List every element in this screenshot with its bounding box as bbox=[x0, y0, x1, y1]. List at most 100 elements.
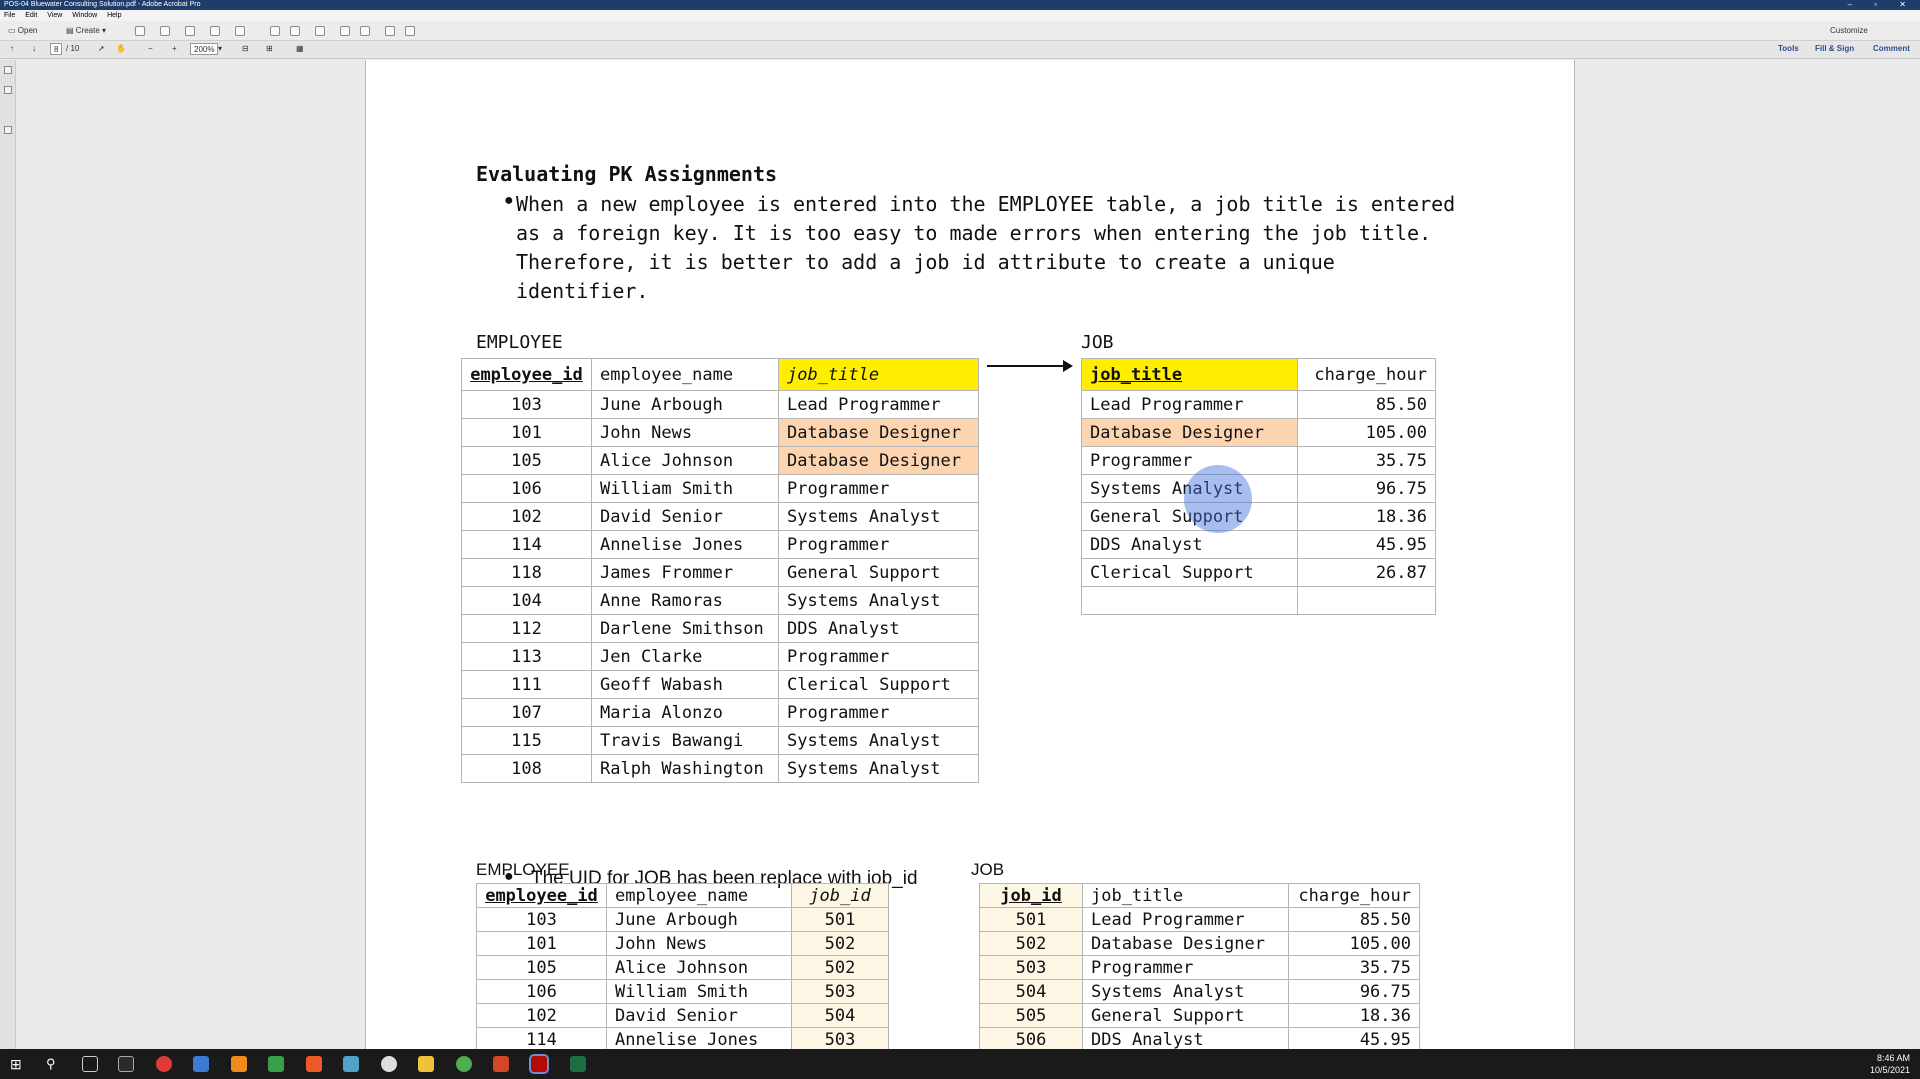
chrome-icon[interactable] bbox=[456, 1056, 472, 1072]
form-icon[interactable] bbox=[405, 26, 415, 36]
app-icon[interactable] bbox=[193, 1056, 209, 1072]
cell: General Support bbox=[778, 558, 979, 587]
cell: 107 bbox=[461, 698, 592, 727]
cloud-icon[interactable] bbox=[160, 26, 170, 36]
acrobat-icon[interactable] bbox=[529, 1054, 549, 1074]
menu-edit[interactable]: Edit bbox=[25, 12, 37, 19]
table-row: Database Designer 105.00 bbox=[1081, 418, 1436, 447]
start-windows-icon[interactable]: ⊞ bbox=[10, 1056, 26, 1072]
github-icon[interactable] bbox=[381, 1056, 397, 1072]
stamp-icon[interactable] bbox=[340, 26, 350, 36]
cell: Systems Analyst bbox=[778, 726, 979, 755]
open-button[interactable]: ▭ Open bbox=[8, 25, 37, 37]
cell: 502 bbox=[979, 931, 1083, 956]
cell: Programmer bbox=[1082, 955, 1289, 980]
table-header-row: job_title charge_hour bbox=[1081, 358, 1436, 391]
zoom-out-icon[interactable]: − bbox=[148, 43, 153, 55]
cell: Systems Analyst bbox=[1082, 979, 1289, 1004]
powerpoint-icon[interactable] bbox=[493, 1056, 509, 1072]
page-thumbnails-icon[interactable] bbox=[4, 66, 12, 74]
file-explorer-icon[interactable] bbox=[418, 1056, 434, 1072]
cell: Jen Clarke bbox=[591, 642, 779, 671]
attachments-icon[interactable] bbox=[4, 126, 12, 134]
edit-icon[interactable] bbox=[210, 26, 220, 36]
excel-icon[interactable] bbox=[570, 1056, 586, 1072]
zoom-dropdown-icon[interactable]: ▾ bbox=[218, 43, 222, 55]
customize-button[interactable]: Customize bbox=[1830, 25, 1868, 37]
app-icon[interactable] bbox=[231, 1056, 247, 1072]
select-tool-icon[interactable]: ➚ bbox=[98, 43, 105, 55]
comment-icon[interactable] bbox=[290, 26, 300, 36]
job-table: job_title charge_hour Lead Programmer 85.… bbox=[1081, 358, 1436, 615]
section-heading: Evaluating PK Assignments bbox=[476, 162, 778, 186]
share-icon[interactable] bbox=[385, 26, 395, 36]
mail-icon[interactable] bbox=[235, 26, 245, 36]
comment-tab[interactable]: Comment bbox=[1873, 44, 1910, 53]
clock-date: 10/5/2021 bbox=[1869, 1065, 1910, 1075]
pointer-highlight bbox=[1184, 465, 1252, 533]
cell: 18.36 bbox=[1297, 502, 1436, 531]
search-icon[interactable]: ⚲ bbox=[46, 1056, 62, 1072]
settings-icon[interactable] bbox=[270, 26, 280, 36]
fit-page-icon[interactable]: ⊟ bbox=[242, 43, 249, 55]
highlight-icon[interactable] bbox=[315, 26, 325, 36]
task-view-icon[interactable] bbox=[82, 1056, 98, 1072]
menu-help[interactable]: Help bbox=[107, 12, 121, 19]
menu-view[interactable]: View bbox=[47, 12, 62, 19]
print-icon[interactable] bbox=[185, 26, 195, 36]
menu-file[interactable]: File bbox=[4, 12, 15, 19]
read-mode-icon[interactable]: ▦ bbox=[296, 43, 304, 55]
table-row: 115 Travis Bawangi Systems Analyst bbox=[461, 726, 979, 755]
cell: Annelise Jones bbox=[606, 1027, 792, 1052]
hand-tool-icon[interactable]: ✋ bbox=[116, 43, 126, 55]
job-table-label: JOB bbox=[1081, 332, 1114, 353]
next-page-icon[interactable]: ↓ bbox=[32, 43, 36, 55]
zoom-input[interactable]: 200% bbox=[190, 43, 219, 55]
table-row: 506 DDS Analyst 45.95 bbox=[979, 1027, 1420, 1052]
col-employee-id: employee_id bbox=[476, 883, 607, 908]
app-icon[interactable] bbox=[156, 1056, 172, 1072]
cell: 501 bbox=[791, 907, 889, 932]
fit-width-icon[interactable]: ⊞ bbox=[266, 43, 273, 55]
cell: 113 bbox=[461, 642, 592, 671]
col-job-id: job_id bbox=[791, 883, 889, 908]
cell: 114 bbox=[476, 1027, 607, 1052]
cell: Clerical Support bbox=[1081, 558, 1298, 587]
table-row: 104 Anne Ramoras Systems Analyst bbox=[461, 586, 979, 615]
cell-highlighted: Database Designer bbox=[778, 446, 979, 475]
tools-tab[interactable]: Tools bbox=[1778, 44, 1799, 53]
cell: William Smith bbox=[606, 979, 792, 1004]
zoom-in-icon[interactable]: + bbox=[172, 43, 177, 55]
table-header-row: employee_id employee_name job_id bbox=[476, 883, 889, 908]
cell: 506 bbox=[979, 1027, 1083, 1052]
table-row: DDS Analyst 45.95 bbox=[1081, 530, 1436, 559]
cell: 105.00 bbox=[1297, 418, 1436, 447]
table-row: 102 David Senior Systems Analyst bbox=[461, 502, 979, 531]
cell: William Smith bbox=[591, 474, 779, 503]
employee-table-label: EMPLOYEE bbox=[476, 332, 563, 353]
cell: 106 bbox=[461, 474, 592, 503]
menu-window[interactable]: Window bbox=[72, 12, 97, 19]
app-icon[interactable] bbox=[268, 1056, 284, 1072]
app-icon[interactable] bbox=[306, 1056, 322, 1072]
cell: DDS Analyst bbox=[778, 614, 979, 643]
system-clock[interactable]: 8:46 AM 10/5/2021 bbox=[1870, 1052, 1910, 1076]
table-row: 501 Lead Programmer 85.50 bbox=[979, 907, 1420, 932]
page-number-input[interactable]: 8 bbox=[50, 43, 63, 55]
app-icon[interactable] bbox=[343, 1056, 359, 1072]
fill-sign-tab[interactable]: Fill & Sign bbox=[1815, 44, 1854, 53]
cell: 104 bbox=[461, 586, 592, 615]
window-controls[interactable]: – ▫ ✕ bbox=[1848, 0, 1916, 10]
save-icon[interactable] bbox=[135, 26, 145, 36]
bookmarks-icon[interactable] bbox=[4, 86, 12, 94]
prev-page-icon[interactable]: ↑ bbox=[10, 43, 14, 55]
terminal-icon[interactable] bbox=[118, 1056, 134, 1072]
cell: David Senior bbox=[591, 502, 779, 531]
cell: 501 bbox=[979, 907, 1083, 932]
cell: 502 bbox=[791, 955, 889, 980]
export-icon[interactable] bbox=[360, 26, 370, 36]
cell: Alice Johnson bbox=[591, 446, 779, 475]
cell: 35.75 bbox=[1288, 955, 1420, 980]
create-button[interactable]: ▤ Create ▾ bbox=[66, 25, 106, 37]
cell: DDS Analyst bbox=[1082, 1027, 1289, 1052]
